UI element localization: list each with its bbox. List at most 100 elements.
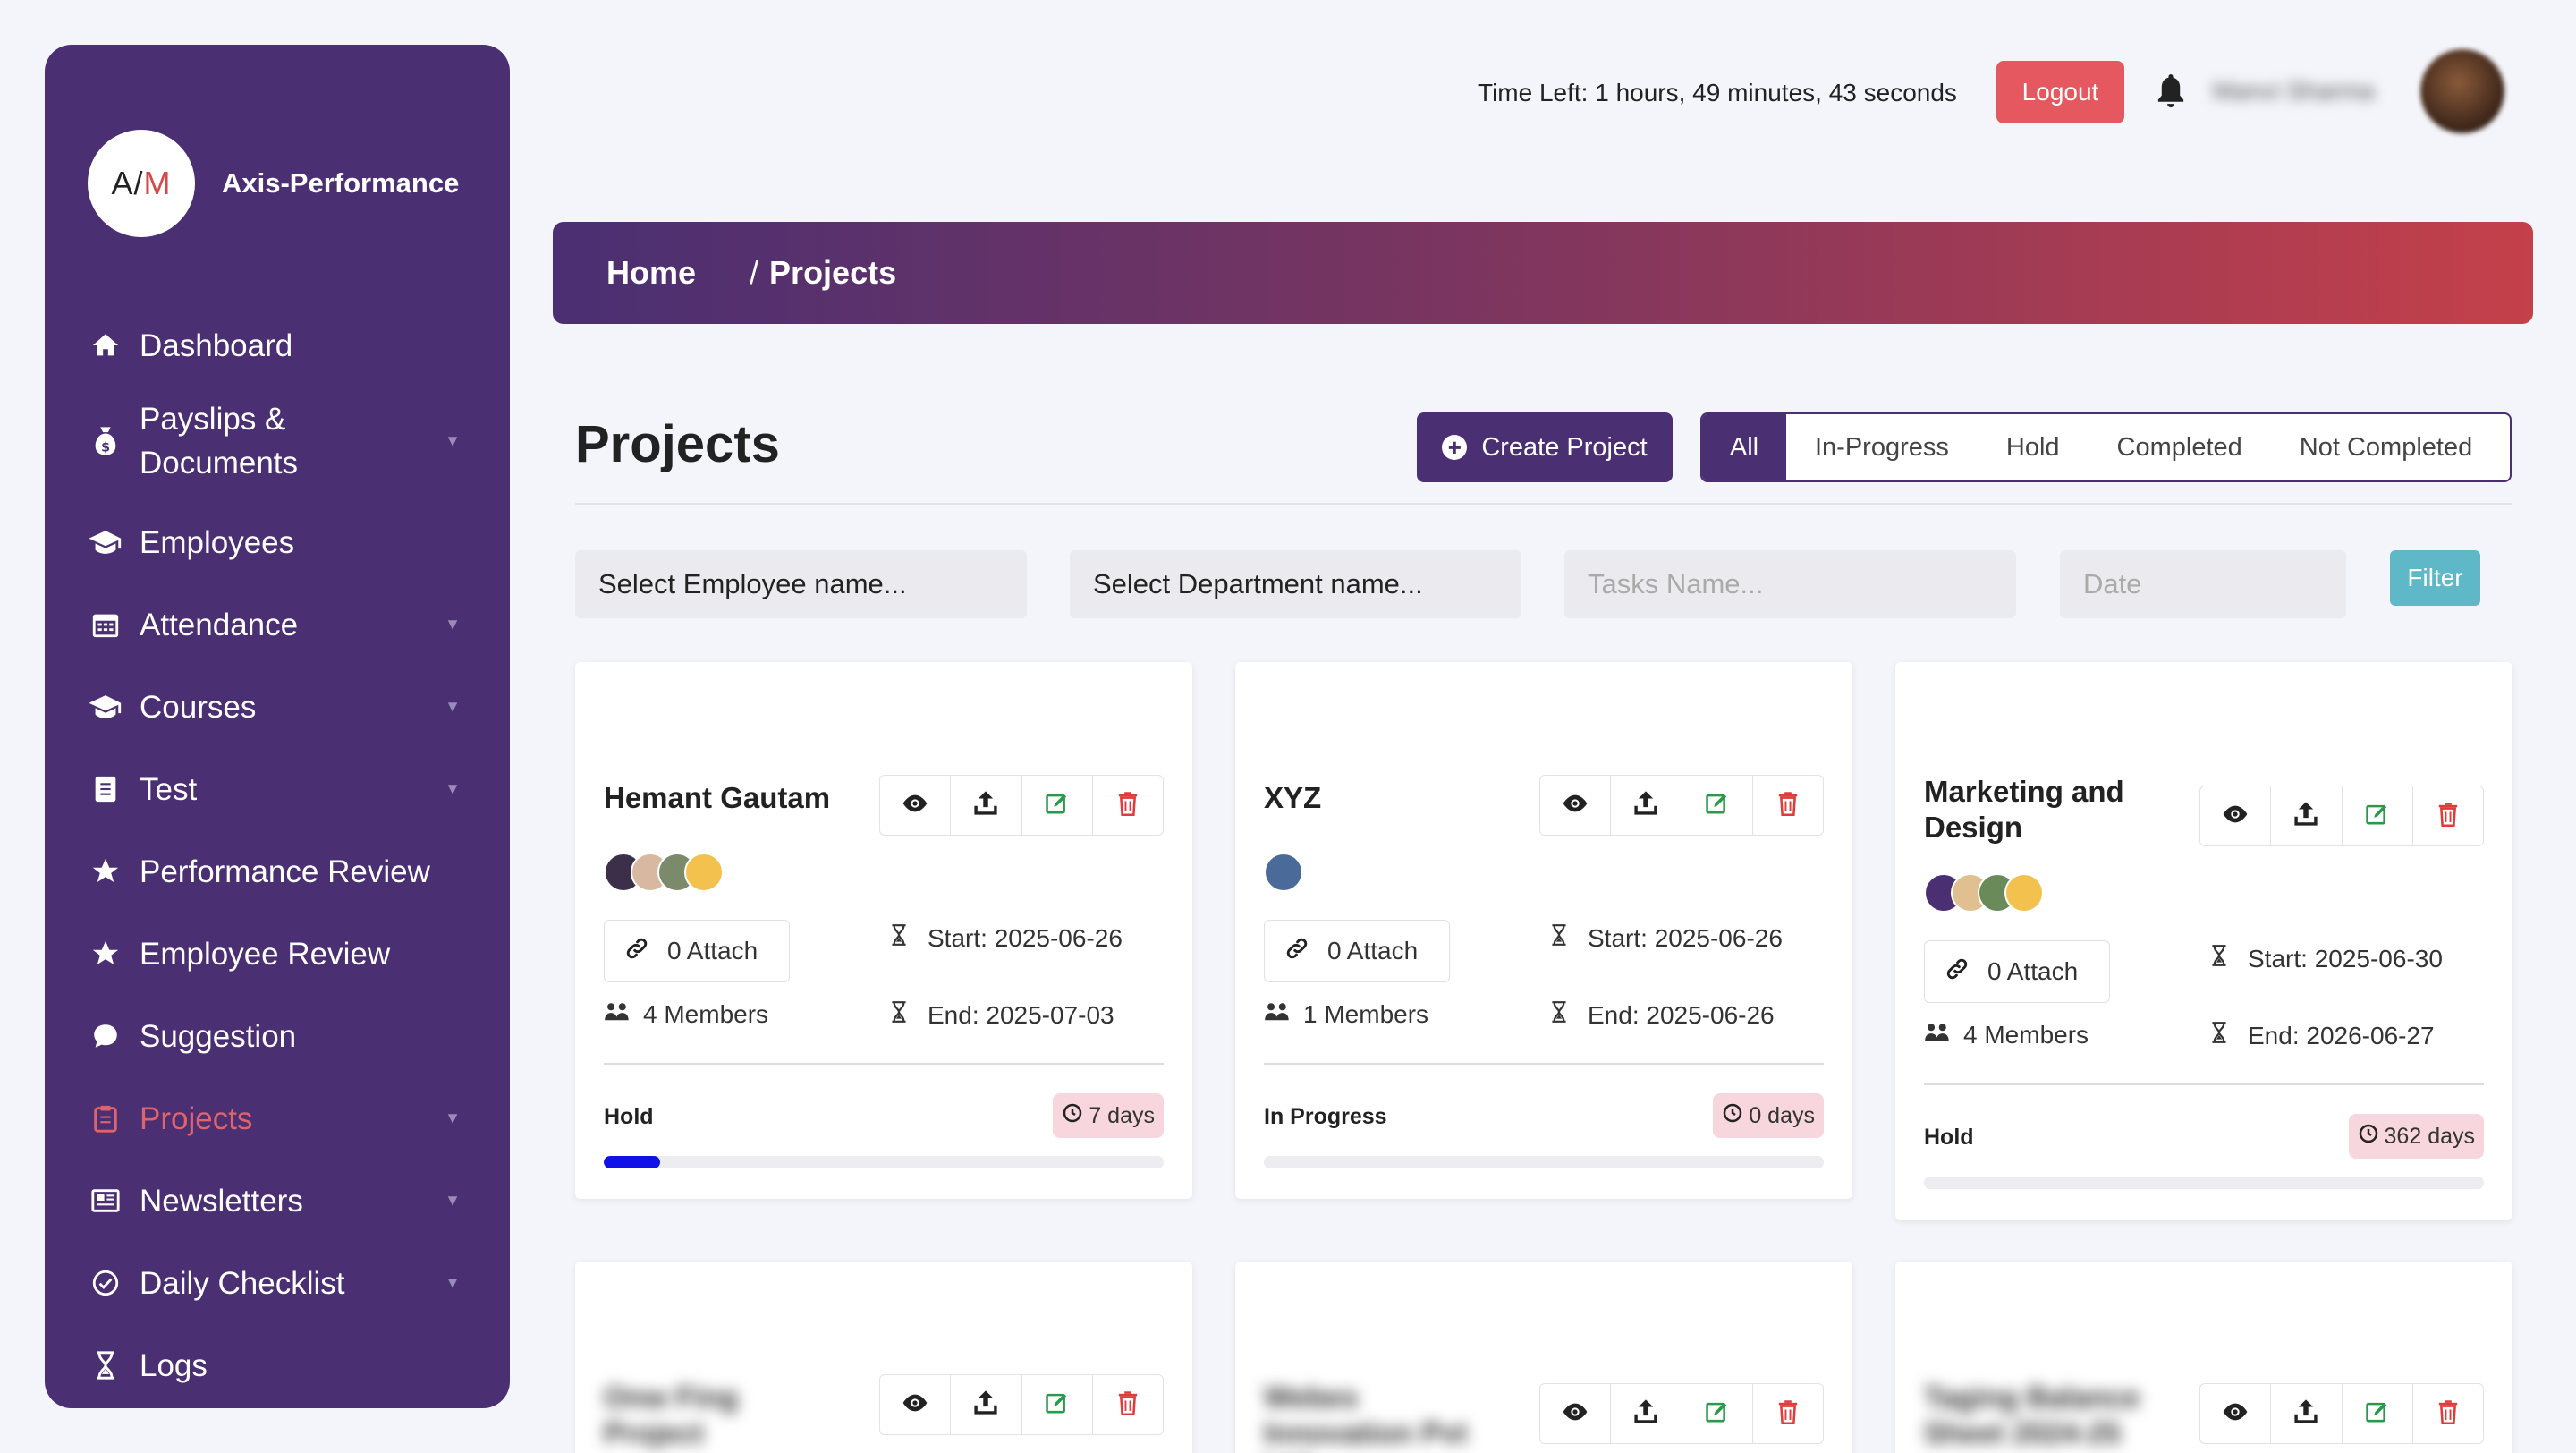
card-actions — [1539, 775, 1824, 836]
view-button[interactable] — [880, 776, 952, 835]
avatar[interactable] — [2420, 49, 2504, 133]
upload-button[interactable] — [1611, 776, 1682, 835]
days-badge: 362 days — [2348, 1114, 2484, 1159]
tab-in-progress[interactable]: In-Progress — [1786, 414, 1978, 480]
sidebar-item-newsletters[interactable]: Newsletters ▼ — [45, 1168, 510, 1233]
attach-button[interactable]: 0 Attach — [604, 920, 790, 982]
sidebar-item-label: Daily Checklist — [140, 1265, 345, 1301]
upload-button[interactable] — [951, 1375, 1022, 1434]
sidebar-item-courses[interactable]: Courses ▼ — [45, 675, 510, 739]
attach-count: 0 Attach — [1327, 937, 1419, 964]
sidebar-item-attendance[interactable]: Attendance ▼ — [45, 592, 510, 657]
logo-text-left: A/ — [111, 165, 144, 201]
chevron-down-icon: ▼ — [445, 697, 461, 716]
upload-button[interactable] — [1611, 1384, 1682, 1443]
sidebar-item-label: Dashboard — [140, 327, 293, 363]
end-date: End: 2025-07-03 — [890, 1000, 1114, 1030]
sidebar-item-payslips-documents[interactable]: $ Payslips & Documents ▼ — [45, 392, 510, 490]
members-count: 1 Members — [1264, 1000, 1428, 1029]
sidebar-item-logs[interactable]: Logs — [45, 1333, 510, 1398]
delete-button[interactable] — [1093, 776, 1163, 835]
tab-hold[interactable]: Hold — [1978, 414, 2089, 480]
edit-button[interactable] — [2343, 1384, 2413, 1443]
member-avatars — [604, 853, 724, 892]
home-icon — [88, 327, 123, 363]
view-button[interactable] — [2200, 1384, 2272, 1443]
sidebar-item-label: Employee Review — [140, 936, 391, 972]
clipboard-icon — [88, 1100, 123, 1136]
header-divider — [575, 503, 2512, 505]
sidebar-item-daily-checklist[interactable]: Daily Checklist ▼ — [45, 1251, 510, 1315]
end-date: End: 2026-06-27 — [2210, 1021, 2435, 1050]
attach-button[interactable]: 0 Attach — [1264, 920, 1450, 982]
tab-completed[interactable]: Completed — [2089, 414, 2271, 480]
edit-button[interactable] — [2343, 786, 2413, 845]
eye-icon — [1561, 1402, 1589, 1426]
brand[interactable]: A/M Axis-Performance — [88, 130, 459, 237]
breadcrumb-current: Projects — [769, 254, 897, 291]
tab-all[interactable]: All — [1702, 414, 1786, 480]
filter-button[interactable]: Filter — [2390, 550, 2480, 606]
members-icon — [1924, 1021, 1951, 1049]
upload-button[interactable] — [951, 776, 1022, 835]
sidebar-item-suggestion[interactable]: Suggestion — [45, 1004, 510, 1068]
project-card: XYZ 0 Attach 1 Members Start: 2025-06-26 End… — [1235, 662, 1852, 1199]
members-icon — [604, 1000, 631, 1029]
attach-button[interactable]: 0 Attach — [1924, 940, 2110, 1003]
sidebar-item-dashboard[interactable]: Dashboard — [45, 313, 510, 378]
delete-button[interactable] — [1093, 1375, 1163, 1434]
upload-icon — [2293, 1398, 2318, 1430]
employee-select[interactable]: Select Employee name... — [575, 550, 1027, 618]
project-name: Marketing and Design — [1924, 775, 2124, 844]
edit-button[interactable] — [1682, 1384, 1753, 1443]
create-project-button[interactable]: + Create Project — [1417, 412, 1673, 482]
edit-button[interactable] — [1022, 1375, 1093, 1434]
members-icon — [1264, 1000, 1291, 1029]
status-label: Hold — [604, 1104, 654, 1129]
trash-icon — [2437, 802, 2459, 831]
tasks-name-input[interactable]: Tasks Name... — [1564, 550, 2016, 618]
user-name[interactable]: Manvi Sharma — [2213, 77, 2375, 106]
start-date-label: Start: 2025-06-26 — [1588, 923, 1783, 952]
card-actions — [879, 1374, 1164, 1435]
tab-not-completed[interactable]: Not Completed — [2271, 414, 2501, 480]
eye-icon — [2221, 1402, 2250, 1426]
chevron-down-icon: ▼ — [445, 1191, 461, 1210]
upload-icon — [1633, 790, 1658, 821]
breadcrumb-home[interactable]: Home — [606, 254, 696, 292]
upload-button[interactable] — [2271, 786, 2343, 845]
department-select[interactable]: Select Department name... — [1070, 550, 1521, 618]
avatar — [2004, 873, 2044, 913]
delete-button[interactable] — [1753, 1384, 1823, 1443]
logout-button[interactable]: Logout — [1996, 61, 2124, 123]
delete-button[interactable] — [1753, 776, 1823, 835]
clock-icon — [1722, 1102, 1743, 1130]
hourglass-icon — [890, 1000, 908, 1030]
sidebar-item-label: Performance Review — [140, 854, 430, 889]
edit-button[interactable] — [1682, 776, 1753, 835]
edit-button[interactable] — [1022, 776, 1093, 835]
delete-button[interactable] — [2413, 786, 2483, 845]
sidebar-item-test[interactable]: Test ▼ — [45, 757, 510, 821]
upload-button[interactable] — [2271, 1384, 2343, 1443]
sidebar-item-comparison[interactable]: Comparison — [45, 1403, 510, 1408]
sidebar-item-employee-review[interactable]: Employee Review — [45, 922, 510, 986]
sidebar-item-projects[interactable]: Projects ▼ — [45, 1086, 510, 1151]
view-button[interactable] — [2200, 786, 2272, 845]
view-button[interactable] — [1540, 776, 1612, 835]
sidebar-item-label: Attendance — [140, 607, 299, 642]
avatar — [1264, 853, 1303, 892]
sidebar-item-performance-review[interactable]: Performance Review — [45, 839, 510, 904]
date-input[interactable]: Date — [2060, 550, 2346, 618]
bell-icon[interactable] — [2154, 72, 2188, 111]
view-button[interactable] — [880, 1375, 952, 1434]
eye-icon — [2221, 804, 2250, 828]
delete-button[interactable] — [2413, 1384, 2483, 1443]
trash-icon — [1777, 1399, 1799, 1429]
clock-icon — [2358, 1123, 2379, 1151]
sidebar-item-employees[interactable]: Employees — [45, 510, 510, 574]
view-button[interactable] — [1540, 1384, 1612, 1443]
start-date: Start: 2025-06-30 — [2210, 944, 2443, 973]
project-card: Hemant Gautam 0 Attach 4 Members Start: 202… — [575, 662, 1192, 1199]
days-badge: 0 days — [1713, 1093, 1824, 1138]
